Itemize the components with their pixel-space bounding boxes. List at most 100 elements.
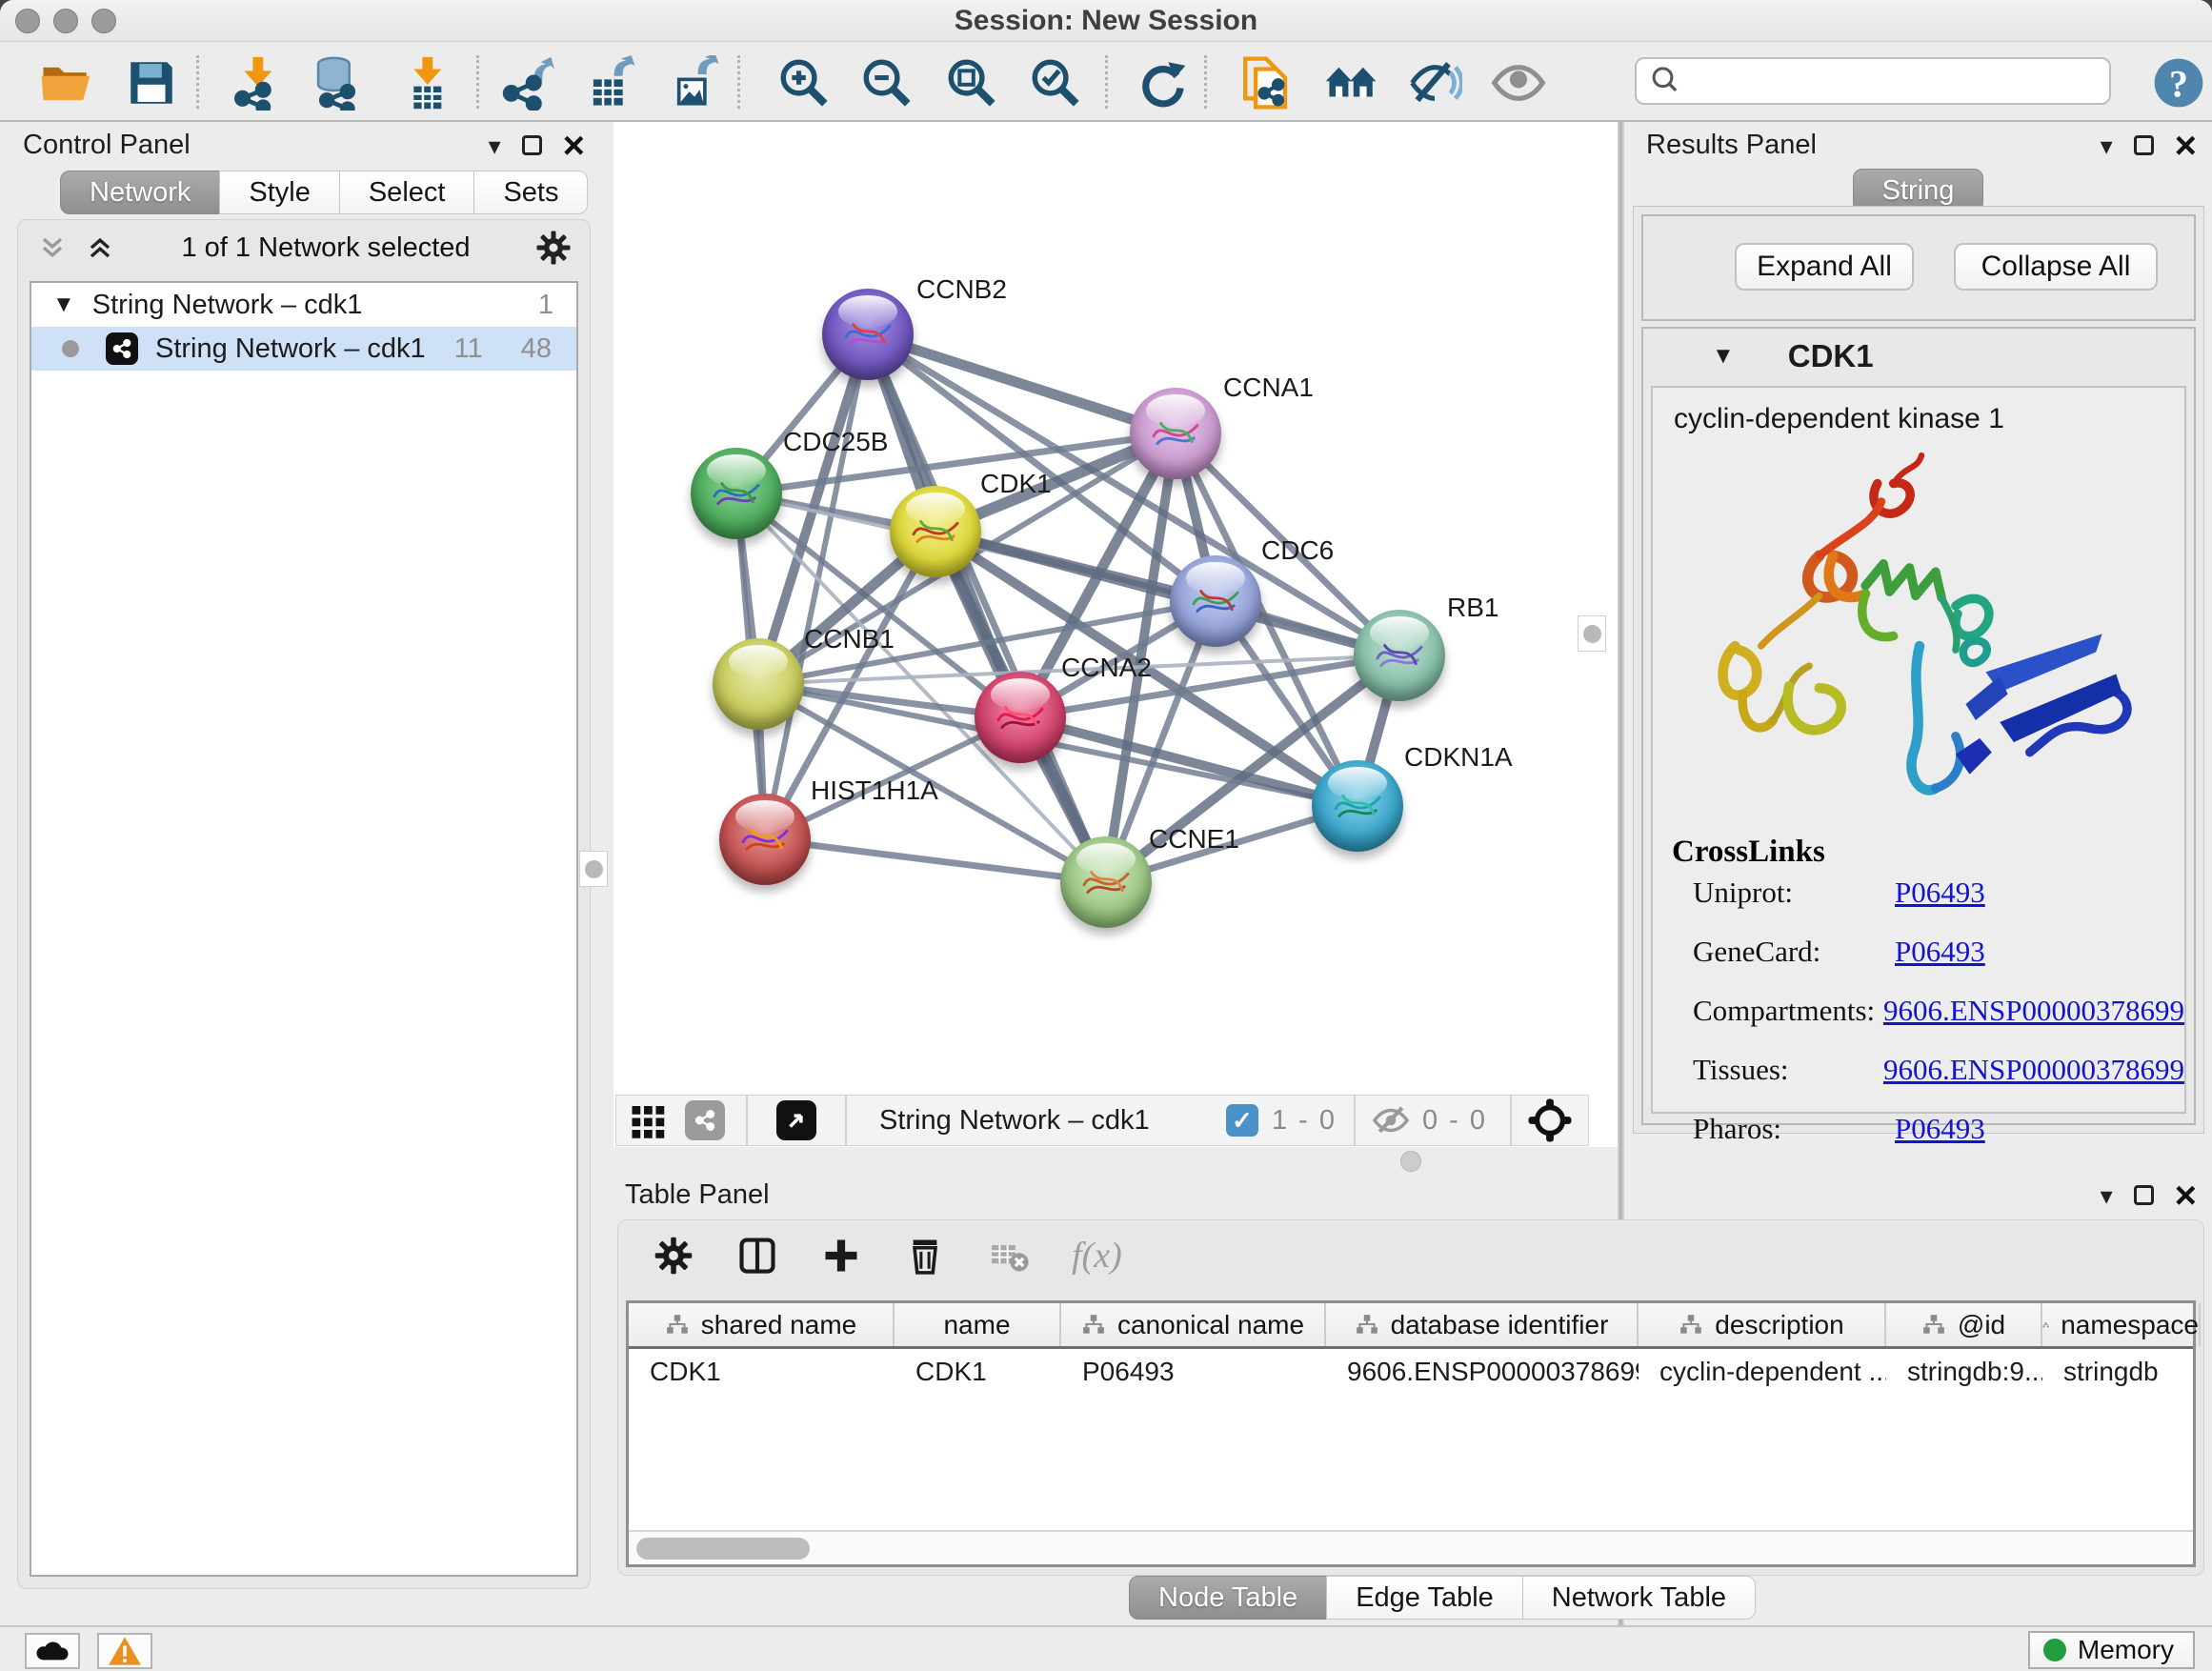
panel-close-icon[interactable]: × [2175, 1183, 2197, 1208]
column-header--id[interactable]: @id [1886, 1303, 2042, 1346]
tab-style[interactable]: Style [219, 171, 339, 214]
network-edge[interactable] [765, 839, 1106, 882]
import-table-icon[interactable] [398, 55, 453, 111]
network-node-cdkn1a[interactable] [1312, 760, 1403, 852]
zoom-in-icon[interactable] [776, 55, 832, 111]
network-canvas[interactable]: CCNB2CCNA1CDC25BCDK1CDC6RB1CCNB1CCNA2CDK… [613, 122, 1593, 1095]
table-cell[interactable]: CDK1 [629, 1357, 895, 1387]
expand-all-button[interactable]: Expand All [1735, 243, 1914, 291]
delete-table-icon[interactable] [988, 1235, 1030, 1277]
network-mode-icon[interactable] [685, 1100, 725, 1140]
network-collection-row[interactable]: ▼ String Network – cdk1 1 [31, 283, 576, 327]
network-node-hist1h1a[interactable] [719, 794, 811, 885]
open-folder-icon[interactable] [38, 55, 93, 111]
crosslink-link[interactable]: P06493 [1895, 935, 1985, 969]
right-splitter-handle[interactable] [1578, 615, 1606, 652]
table-cell[interactable]: stringdb [2042, 1357, 2201, 1387]
panel-float-icon[interactable] [2134, 135, 2154, 155]
zoom-out-icon[interactable] [859, 55, 915, 111]
memory-button[interactable]: Memory [2028, 1631, 2195, 1669]
network-node-rb1[interactable] [1354, 610, 1445, 701]
tab-edge-table[interactable]: Edge Table [1326, 1576, 1523, 1620]
table-cell[interactable]: CDK1 [895, 1357, 1061, 1387]
column-header-shared-name[interactable]: shared name [629, 1303, 895, 1346]
network-row[interactable]: String Network – cdk1 11 48 [31, 327, 576, 371]
collapse-all-button[interactable]: Collapse All [1954, 243, 2158, 291]
zoom-fit-icon[interactable] [944, 55, 999, 111]
birds-eye-view-icon[interactable] [776, 1100, 816, 1140]
column-header-name[interactable]: name [895, 1303, 1061, 1346]
crosslink-link[interactable]: P06493 [1895, 1112, 1985, 1146]
tab-node-table[interactable]: Node Table [1129, 1576, 1327, 1620]
panel-menu-icon[interactable]: ▾ [2101, 1186, 2113, 1205]
column-header-namespace[interactable]: namespace [2042, 1303, 2201, 1346]
zoom-selected-icon[interactable] [1028, 55, 1083, 111]
save-icon[interactable] [124, 55, 179, 111]
panel-float-icon[interactable] [2134, 1185, 2154, 1205]
network-node-ccnb1[interactable] [713, 638, 804, 730]
table-cell[interactable]: 9606.ENSP00000378699 [1326, 1357, 1639, 1387]
network-node-cdk1[interactable] [890, 486, 981, 577]
show-eye-icon[interactable] [1491, 55, 1546, 111]
crosslink-link[interactable]: P06493 [1895, 876, 1985, 910]
crosslink-link[interactable]: 9606.ENSP00000378699 [1883, 994, 2184, 1028]
panel-menu-icon[interactable]: ▾ [489, 136, 501, 155]
homes-icon[interactable] [1324, 55, 1379, 111]
gene-section-header[interactable]: ▼ CDK1 [1643, 329, 2194, 384]
crosshair-icon[interactable] [1527, 1097, 1573, 1143]
table-splitter-handle[interactable] [1400, 1151, 1421, 1172]
hide-eye-icon[interactable] [1407, 55, 1462, 111]
warning-button[interactable] [97, 1633, 152, 1669]
function-builder-icon[interactable]: f(x) [1072, 1235, 1122, 1277]
grid-mode-icon[interactable] [630, 1101, 668, 1139]
snapshot-network-file-icon[interactable] [1238, 55, 1294, 111]
refresh-icon[interactable] [1134, 55, 1189, 111]
section-collapse-caret[interactable]: ▼ [1712, 343, 1735, 370]
tab-sets[interactable]: Sets [473, 171, 588, 214]
network-node-ccnb2[interactable] [822, 289, 914, 380]
help-icon[interactable]: ? [2151, 55, 2206, 111]
panel-menu-icon[interactable]: ▾ [2101, 136, 2113, 155]
column-header-description[interactable]: description [1639, 1303, 1886, 1346]
table-cell[interactable]: stringdb:9... [1886, 1357, 2042, 1387]
network-node-cdc6[interactable] [1170, 555, 1261, 647]
left-splitter-handle[interactable] [579, 851, 608, 887]
export-image-icon[interactable] [667, 55, 722, 111]
export-network-icon[interactable] [499, 55, 554, 111]
table-cell[interactable]: cyclin-dependent ... [1639, 1357, 1886, 1387]
import-network-icon[interactable] [229, 55, 284, 111]
network-node-ccne1[interactable] [1060, 836, 1152, 928]
table-cell[interactable]: P06493 [1061, 1357, 1326, 1387]
network-edges [613, 122, 1593, 1095]
selected-checkbox[interactable]: ✓ [1226, 1104, 1258, 1137]
gear-icon[interactable] [534, 229, 573, 267]
column-header-database-identifier[interactable]: database identifier [1326, 1303, 1639, 1346]
cloud-button[interactable] [25, 1633, 80, 1669]
column-header-canonical-name[interactable]: canonical name [1061, 1303, 1326, 1346]
hidden-eye-icon[interactable] [1371, 1100, 1411, 1140]
network-edge[interactable] [868, 334, 1176, 433]
table-gear-icon[interactable] [653, 1235, 694, 1277]
delete-column-icon[interactable] [904, 1235, 946, 1277]
network-node-ccna1[interactable] [1130, 388, 1221, 479]
import-database-icon[interactable] [310, 55, 365, 111]
search-input[interactable] [1684, 59, 2109, 103]
scrollbar-thumb[interactable] [636, 1538, 810, 1560]
tab-network[interactable]: Network [60, 171, 220, 214]
table-row[interactable]: CDK1CDK1P064939606.ENSP00000378699cyclin… [629, 1349, 2193, 1395]
panel-float-icon[interactable] [522, 135, 542, 155]
panel-close-icon[interactable]: × [563, 133, 585, 158]
crosslink-row: Uniprot:P06493 [1693, 876, 2184, 910]
add-column-icon[interactable] [820, 1235, 862, 1277]
tab-select[interactable]: Select [339, 171, 475, 214]
tab-network-table[interactable]: Network Table [1522, 1576, 1756, 1620]
network-node-cdc25b[interactable] [691, 448, 782, 539]
panel-close-icon[interactable]: × [2175, 133, 2197, 158]
export-table-icon[interactable] [583, 55, 638, 111]
collapse-all-icon[interactable] [35, 231, 70, 265]
show-columns-icon[interactable] [736, 1235, 778, 1277]
tree-expand-caret[interactable]: ▼ [52, 292, 75, 318]
network-node-ccna2[interactable] [975, 672, 1066, 763]
crosslink-link[interactable]: 9606.ENSP00000378699 [1883, 1053, 2184, 1087]
expand-all-icon[interactable] [83, 231, 117, 265]
